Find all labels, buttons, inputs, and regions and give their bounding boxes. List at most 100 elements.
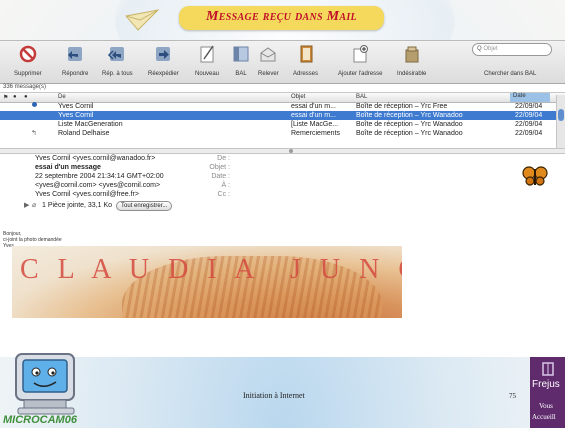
row-subject: essai d'un m... [291, 112, 336, 119]
row-mailbox: Boîte de réception – Yrc Wanadoo [356, 130, 463, 137]
paper-plane-icon [125, 9, 160, 31]
get-mail-icon [260, 47, 276, 62]
add-address-button[interactable]: Ajouter l'adresse [338, 44, 383, 77]
unread-dot-icon [32, 102, 37, 107]
junk-icon [405, 46, 419, 63]
header-key: De : [217, 155, 230, 162]
unread-column-icon[interactable]: ● [24, 94, 28, 100]
column-subject[interactable]: Objet [291, 94, 305, 100]
attachment-column-icon[interactable]: ● [13, 94, 17, 100]
frejus-logo-line1: Vous [539, 402, 553, 410]
splitter-handle-icon[interactable] [289, 149, 293, 153]
row-from: Yves Cornil [58, 103, 94, 110]
row-date: 22/09/04 [515, 121, 543, 128]
page-number: 75 [509, 392, 516, 400]
reply-all-button[interactable]: Rép. à tous [102, 44, 133, 77]
row-subject: Remerciements [291, 130, 341, 137]
compose-button[interactable]: Nouveau [195, 44, 219, 77]
row-date: 22/09/04 [515, 103, 543, 110]
disclosure-triangle-icon[interactable]: ▶ [24, 201, 29, 209]
row-subject: [Liste MacGe... [291, 121, 339, 128]
column-from[interactable]: De [58, 94, 66, 100]
header-value[interactable]: <yves@cornil.com> <yves@cornil.com> [35, 182, 160, 189]
get-mail-label: Relever [258, 71, 279, 77]
row-date: 22/09/04 [515, 130, 543, 137]
photo-text-right: J U N G [290, 254, 402, 285]
frejus-logo-line2: Accueill [532, 413, 556, 421]
row-from: Liste MacGeneration [58, 121, 123, 128]
mailbox-button[interactable]: BAL [231, 44, 251, 77]
frejus-logo-title: Frejus [532, 379, 560, 390]
reply-all-label: Rép. à tous [102, 71, 133, 77]
title-banner: Message reçu dans Mail [179, 6, 384, 30]
message-row-selected[interactable]: Yves Cornil essai d'un m... Boîte de réc… [0, 111, 565, 120]
attachment-info: 1 Pièce jointe, 33,1 Ko Tout enregistrer… [42, 201, 173, 211]
header-value: essai d'un message [35, 164, 101, 171]
photo-text-left: C L A U D I A [20, 254, 261, 285]
header-value[interactable]: Yves Cornil <yves.cornil@free.fr> [35, 191, 139, 198]
search-field[interactable]: Q Objet [472, 43, 552, 56]
message-row[interactable]: ↰ Roland Delhaise Remerciements Boîte de… [0, 129, 565, 138]
compose-icon [200, 45, 214, 63]
message-row[interactable]: Liste MacGeneration [Liste MacGe... Boît… [0, 120, 565, 129]
row-mailbox: Boîte de réception – Yrc Wanadoo [356, 121, 463, 128]
pane-splitter[interactable] [0, 148, 565, 154]
forward-label: Réexpédier [148, 71, 179, 77]
attached-photo[interactable]: C L A U D I A J U N G [12, 246, 402, 318]
footer-text: Initiation à Internet [243, 391, 305, 400]
header-key: Objet : [209, 164, 230, 171]
scrollbar-thumb[interactable] [558, 109, 564, 121]
forward-icon [156, 47, 171, 61]
message-list-scrollbar[interactable] [556, 95, 565, 151]
get-mail-button[interactable]: Relever [258, 44, 279, 77]
slide-title: Message reçu dans Mail [206, 9, 357, 24]
reply-icon [68, 47, 83, 61]
save-all-button[interactable]: Tout enregistrer... [116, 201, 173, 211]
frejus-logo: Frejus Vous Accueill [530, 357, 565, 428]
header-key: À : [221, 182, 230, 189]
header-value: 22 septembre 2004 21:34:14 GMT+02:00 [35, 173, 164, 180]
attachment-text: 1 Pièce jointe, 33,1 Ko [42, 202, 113, 209]
address-book-label: Adresses [293, 71, 319, 77]
add-address-label: Ajouter l'adresse [338, 71, 383, 77]
microcam-logo-text: MICROCAM06 [3, 414, 77, 426]
row-subject: essai d'un m... [291, 103, 336, 110]
header-value[interactable]: Yves Cornil <yves.cornil@wanadoo.fr> [35, 155, 155, 162]
column-date-label: Date [513, 93, 526, 99]
reply-all-icon [108, 47, 125, 61]
junk-label: Indésirable [397, 71, 427, 77]
reply-label: Répondre [62, 71, 89, 77]
mailbox-label: BAL [235, 71, 247, 77]
search-icon: Q [477, 46, 482, 52]
address-book-button[interactable]: Adresses [293, 44, 318, 77]
row-date: 22/09/04 [515, 112, 543, 119]
frejus-emblem-icon [542, 362, 554, 376]
add-address-icon [353, 45, 369, 63]
row-from: Yves Cornil [58, 112, 94, 119]
column-date[interactable]: Date [510, 93, 550, 102]
row-mailbox: Boîte de réception – Yrc Wanadoo [356, 112, 463, 119]
search-placeholder: Objet [483, 46, 498, 52]
butterfly-icon [522, 166, 548, 186]
header-key: Date : [211, 173, 230, 180]
address-book-icon [300, 45, 312, 63]
message-count: 336 message(s) [3, 84, 47, 90]
replied-arrow-icon: ↰ [31, 130, 37, 137]
forward-button[interactable]: Réexpédier [148, 44, 179, 77]
compose-label: Nouveau [195, 71, 220, 77]
mail-toolbar: Supprimer Répondre Rép. à tous Réexpédie… [0, 41, 565, 84]
row-mailbox: Boîte de réception – Yrc Free [356, 103, 448, 110]
junk-button[interactable]: Indésirable [397, 44, 426, 77]
row-from: Roland Delhaise [58, 130, 110, 137]
reply-button[interactable]: Répondre [62, 44, 88, 77]
mailbox-icon [233, 46, 249, 62]
column-mailbox[interactable]: BAL [356, 94, 367, 100]
flag-column-icon[interactable]: ⚑ [3, 94, 8, 101]
paperclip-icon: ⌀ [32, 202, 37, 209]
delete-icon [19, 45, 37, 63]
delete-button[interactable]: Supprimer [14, 44, 42, 77]
search-scope-label: Chercher dans BAL [484, 71, 537, 77]
message-list: Yves Cornil essai d'un m... Boîte de réc… [0, 102, 565, 148]
delete-label: Supprimer [14, 71, 42, 77]
message-row[interactable]: Yves Cornil essai d'un m... Boîte de réc… [0, 102, 565, 111]
